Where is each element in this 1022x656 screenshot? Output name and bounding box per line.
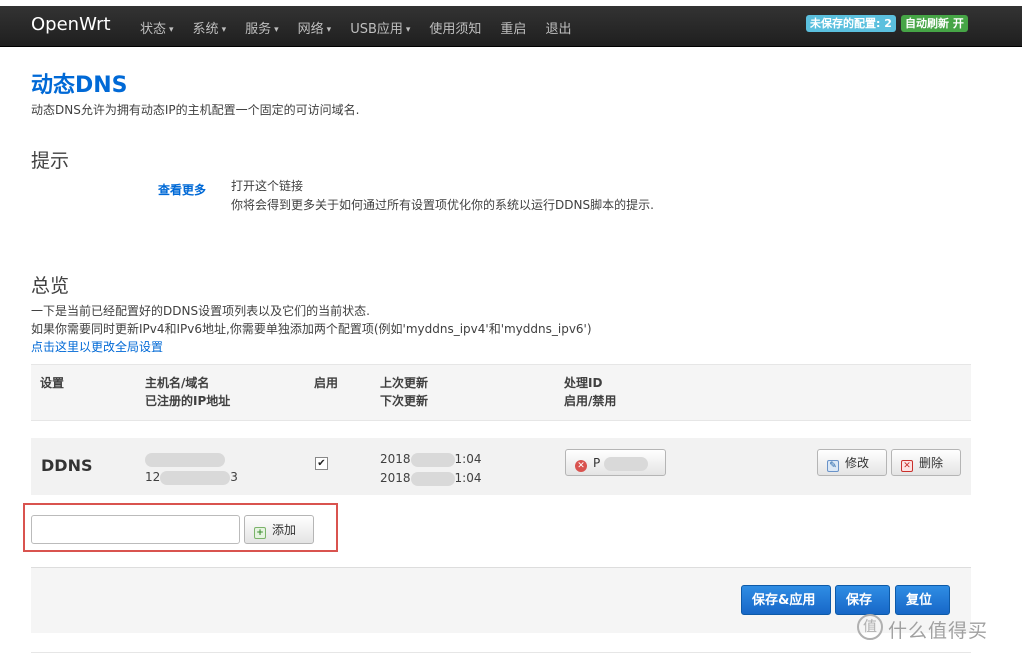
watermark-text: 什么值得买 bbox=[888, 620, 989, 642]
hints-section-title: 提示 bbox=[31, 150, 70, 172]
footer-divider bbox=[31, 652, 971, 653]
header-host: 主机名/域名 已注册的IP地址 bbox=[145, 376, 231, 408]
overview-line-2: 如果你需要同时更新IPv4和IPv6地址,你需要单独添加两个配置项(例如'myd… bbox=[31, 322, 592, 336]
unsaved-changes-badge[interactable]: 未保存的配置: 2 bbox=[806, 15, 896, 32]
menu-usb-apps[interactable]: USB应用 ▾ bbox=[350, 18, 410, 37]
host-cell: 12 3 bbox=[145, 450, 238, 486]
global-settings-link[interactable]: 点击这里以更改全局设置 bbox=[31, 338, 163, 355]
redacted-block bbox=[160, 470, 231, 485]
last-update: 2018 1:04 bbox=[380, 452, 482, 467]
ddns-table-header: 设置 主机名/域名 已注册的IP地址 启用 上次更新 下次更新 处理ID 启用/… bbox=[31, 364, 971, 421]
enabled-checkbox[interactable]: ✔ bbox=[315, 457, 328, 470]
save-button[interactable]: 保存 bbox=[835, 585, 890, 615]
reset-button[interactable]: 复位 bbox=[895, 585, 950, 615]
menu-status[interactable]: 状态 ▾ bbox=[140, 18, 174, 37]
page-title: 动态DNS bbox=[31, 73, 128, 98]
menu-logout[interactable]: 退出 bbox=[545, 18, 571, 37]
delete-icon: ✕ bbox=[901, 460, 913, 472]
delete-button[interactable]: ✕ 删除 bbox=[891, 449, 961, 476]
next-update: 2018 1:04 bbox=[380, 471, 482, 486]
menu-services[interactable]: 服务 ▾ bbox=[245, 18, 279, 37]
config-name: DDNS bbox=[41, 456, 93, 475]
overview-line-1: 一下是当前已经配置好的DDNS设置项列表以及它们的当前状态. bbox=[31, 304, 370, 318]
add-icon: + bbox=[254, 527, 266, 539]
menu-usage-notes[interactable]: 使用须知 bbox=[429, 18, 481, 37]
header-setting: 设置 bbox=[40, 376, 65, 390]
registered-ip: 12 3 bbox=[145, 470, 238, 485]
header-enabled: 启用 bbox=[314, 376, 339, 390]
edit-button[interactable]: ✎ 修改 bbox=[817, 449, 887, 476]
header-process-id: 处理ID 启用/禁用 bbox=[564, 376, 617, 408]
hostname-redacted bbox=[145, 450, 238, 468]
hint-line-2: 你将会得到更多关于如何通过所有设置项优化你的系统以运行DDNS脚本的提示. bbox=[231, 198, 654, 212]
stop-icon: ✕ bbox=[575, 460, 587, 472]
header-updates: 上次更新 下次更新 bbox=[380, 376, 429, 408]
process-toggle-button[interactable]: ✕ P bbox=[565, 449, 666, 476]
main-menu: 状态 ▾ 系统 ▾ 服务 ▾ 网络 ▾ USB应用 ▾ 使用须知 重启 退出 bbox=[140, 18, 590, 37]
chevron-down-icon: ▾ bbox=[326, 25, 332, 35]
new-config-name-input[interactable] bbox=[31, 515, 240, 544]
redacted-block bbox=[604, 456, 649, 471]
watermark-logo: 值 bbox=[857, 614, 883, 640]
page-description: 动态DNS允许为拥有动态IP的主机配置一个固定的可访问域名. bbox=[31, 103, 360, 117]
chevron-down-icon: ▾ bbox=[274, 25, 279, 35]
add-button[interactable]: + 添加 bbox=[244, 515, 314, 544]
overview-section-title: 总览 bbox=[31, 275, 70, 297]
chevron-down-icon: ▾ bbox=[169, 25, 174, 35]
edit-icon: ✎ bbox=[827, 460, 839, 472]
chevron-down-icon: ▾ bbox=[221, 25, 227, 35]
hint-line-1: 打开这个链接 bbox=[231, 179, 304, 193]
update-times: 2018 1:04 2018 1:04 bbox=[380, 450, 482, 488]
save-and-apply-button[interactable]: 保存&应用 bbox=[741, 585, 831, 615]
show-more-link[interactable]: 查看更多 bbox=[158, 181, 206, 198]
chevron-down-icon: ▾ bbox=[405, 25, 411, 35]
menu-system[interactable]: 系统 ▾ bbox=[193, 18, 227, 37]
menu-reboot[interactable]: 重启 bbox=[500, 18, 526, 37]
top-navbar: OpenWrt 状态 ▾ 系统 ▾ 服务 ▾ 网络 ▾ USB应用 ▾ 使用须知 重启 退… bbox=[0, 6, 1022, 47]
redacted-block bbox=[410, 452, 455, 467]
redacted-block bbox=[145, 452, 225, 467]
table-row: DDNS 12 3 ✔ 2018 1:04 2018 1:04 ✕ P ✎ 修改 ✕ 删除 bbox=[31, 438, 971, 495]
menu-network[interactable]: 网络 ▾ bbox=[298, 18, 332, 37]
auto-refresh-badge[interactable]: 自动刷新 开 bbox=[901, 15, 968, 32]
redacted-block bbox=[410, 471, 455, 486]
brand-logo[interactable]: OpenWrt bbox=[31, 14, 111, 35]
